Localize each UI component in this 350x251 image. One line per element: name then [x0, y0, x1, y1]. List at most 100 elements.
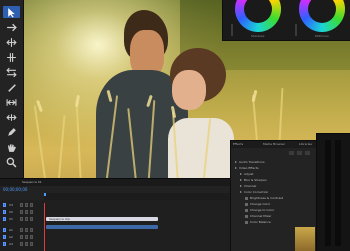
timeline-timecode[interactable]: 00;00;00;00: [3, 187, 27, 192]
track-eye-toggle[interactable]: [30, 210, 33, 214]
effect-color-balance[interactable]: Color Balance: [245, 220, 271, 224]
track-header-a3: A3: [0, 242, 44, 247]
audio-meters-panel: [316, 133, 350, 251]
expand-triangle-icon: [240, 191, 242, 193]
zoom-tool[interactable]: [3, 156, 20, 168]
rate-stretch-tool[interactable]: [3, 66, 20, 78]
effect-channel-mixer[interactable]: Channel Mixer: [245, 214, 271, 218]
right-channel-meter: [335, 140, 341, 246]
rate-stretch-icon: [6, 67, 17, 77]
effects-folder-color-correction[interactable]: Color Correction: [240, 190, 268, 194]
hand-tool[interactable]: [3, 141, 20, 153]
track-mute-toggle[interactable]: [25, 235, 28, 239]
track-solo-toggle[interactable]: [30, 228, 33, 232]
track-solo-toggle[interactable]: [30, 242, 33, 246]
effects-folder-blur-sharpen[interactable]: Blur & Sharpen: [240, 178, 267, 182]
effects-item-label: Channel Mixer: [250, 214, 272, 218]
track-lock-toggle[interactable]: [20, 210, 23, 214]
effects-folder-video-effects[interactable]: Video Effects: [235, 166, 259, 170]
effect-change-to-color[interactable]: Change to Color: [245, 208, 274, 212]
video-clip[interactable]: Sequence clip: [46, 217, 158, 221]
slide-tool[interactable]: [3, 111, 20, 123]
track-target-toggle[interactable]: [3, 228, 6, 232]
track-header-v2: V2: [0, 210, 44, 215]
razor-tool[interactable]: [3, 81, 20, 93]
track-header-a1: A1: [0, 228, 44, 233]
shadows-slider[interactable]: [231, 24, 233, 36]
tracks-area: V3 V2 V1 A1 A2 A3 Sequence clip: [0, 200, 230, 251]
effects-item-label: Brightness & Contrast: [250, 196, 284, 200]
track-select-icon: [7, 23, 17, 31]
track-target-toggle[interactable]: [3, 242, 6, 246]
expand-triangle-icon: [240, 185, 242, 187]
track-header-a2: A2: [0, 235, 44, 240]
track-eye-toggle[interactable]: [30, 217, 33, 221]
effects-item-label: Change Color: [250, 202, 271, 206]
effects-panel: Effects Media Browser Libraries Audio Tr…: [230, 140, 317, 251]
midtones-color-wheel[interactable]: [299, 0, 345, 32]
track-lock-toggle[interactable]: [20, 203, 23, 207]
delete-icon[interactable]: [305, 151, 310, 155]
rolling-edit-icon: [7, 52, 16, 62]
track-lock-toggle[interactable]: [20, 217, 23, 221]
color-wheels-panel: Shadows Midtones: [222, 0, 350, 41]
pen-tool[interactable]: [3, 126, 20, 138]
effects-folder-audio-transitions[interactable]: Audio Transitions: [235, 160, 265, 164]
tools-panel: [0, 0, 24, 178]
tab-effects[interactable]: Effects: [233, 142, 243, 146]
left-channel-meter: [325, 140, 331, 246]
effect-icon: [245, 208, 248, 212]
effect-icon: [245, 220, 248, 224]
effect-change-color[interactable]: Change Color: [245, 202, 270, 206]
expand-triangle-icon: [240, 179, 242, 181]
effects-item-label: Blur & Sharpen: [244, 178, 267, 182]
tab-sequence[interactable]: Sequence 01: [22, 180, 42, 184]
track-target-toggle[interactable]: [3, 203, 6, 207]
tab-media-browser[interactable]: Media Browser: [263, 142, 285, 146]
track-sync-toggle[interactable]: [25, 217, 28, 221]
effects-folder-adjust[interactable]: Adjust: [240, 172, 253, 176]
track-solo-toggle[interactable]: [30, 235, 33, 239]
track-target-toggle[interactable]: [3, 217, 6, 221]
effects-item-label: Video Effects: [239, 166, 259, 170]
track-label: A2: [9, 235, 13, 239]
track-sync-toggle[interactable]: [25, 203, 28, 207]
midtones-slider[interactable]: [295, 24, 297, 36]
effects-item-label: Change to Color: [250, 208, 275, 212]
zoom-icon: [6, 157, 17, 167]
ripple-edit-icon: [6, 37, 17, 47]
slip-tool[interactable]: [3, 96, 20, 108]
new-preset-icon[interactable]: [297, 151, 302, 155]
track-target-toggle[interactable]: [3, 210, 6, 214]
track-select-tool[interactable]: [3, 21, 20, 33]
effects-folder-channel[interactable]: Channel: [240, 184, 256, 188]
tab-libraries[interactable]: Libraries: [299, 142, 312, 146]
playhead-marker[interactable]: [44, 193, 46, 196]
new-bin-icon[interactable]: [289, 151, 294, 155]
clip-label: Sequence clip: [49, 217, 70, 221]
expand-triangle-icon: [235, 167, 237, 169]
razor-icon: [8, 83, 16, 92]
rolling-edit-tool[interactable]: [3, 51, 20, 63]
track-header-v3: V3: [0, 203, 44, 208]
selection-arrow-icon: [8, 7, 15, 17]
track-lock-toggle[interactable]: [20, 242, 23, 246]
effects-item-label: Color Balance: [250, 220, 271, 224]
shadows-color-wheel[interactable]: [235, 0, 281, 32]
effect-brightness-contrast[interactable]: Brightness & Contrast: [245, 196, 283, 200]
selection-tool[interactable]: [3, 6, 20, 18]
effects-item-label: Channel: [244, 184, 257, 188]
track-lock-toggle[interactable]: [20, 228, 23, 232]
ripple-edit-tool[interactable]: [3, 36, 20, 48]
track-eye-toggle[interactable]: [30, 203, 33, 207]
track-mute-toggle[interactable]: [25, 228, 28, 232]
track-label: V3: [9, 203, 13, 207]
track-lock-toggle[interactable]: [20, 235, 23, 239]
playhead-line[interactable]: [44, 203, 45, 251]
track-mute-toggle[interactable]: [25, 242, 28, 246]
effects-tabbar: Effects Media Browser Libraries: [231, 141, 317, 148]
audio-clip[interactable]: [46, 225, 158, 229]
effects-item-label: Audio Transitions: [239, 160, 265, 164]
track-target-toggle[interactable]: [3, 235, 6, 239]
track-sync-toggle[interactable]: [25, 210, 28, 214]
